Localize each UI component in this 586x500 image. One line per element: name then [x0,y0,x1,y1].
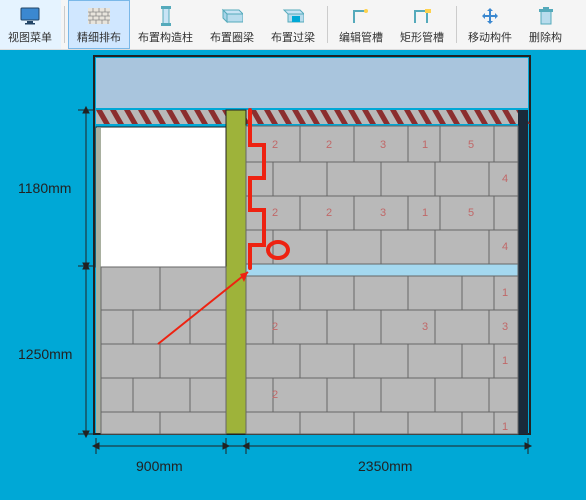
svg-text:1: 1 [502,287,508,299]
svg-text:1: 1 [422,207,428,219]
struct-column-label: 布置构造柱 [138,29,193,45]
svg-text:1: 1 [422,139,428,151]
svg-text:2: 2 [326,207,332,219]
drawing-canvas[interactable]: 2 2 3 1 5 4 2 2 3 1 5 4 1 1 2 3 3 2 1 [0,50,586,500]
move-icon [478,4,502,28]
ring-beam-label: 布置圈梁 [210,29,254,45]
svg-text:1: 1 [502,355,508,367]
separator [456,6,457,43]
lintel-icon [281,4,305,28]
monitor-icon [18,4,42,28]
svg-text:1: 1 [502,421,508,433]
svg-text:3: 3 [502,321,508,333]
svg-text:4: 4 [502,241,508,253]
dim-w1: 900mm [136,458,183,474]
separator [327,6,328,43]
edit-groove-label: 编辑管槽 [339,29,383,45]
view-menu-label: 视图菜单 [8,29,52,45]
move-part-label: 移动构件 [468,29,512,45]
svg-text:2: 2 [272,389,278,401]
rect-groove-icon [410,4,434,28]
fine-layout-button[interactable]: 精细排布 [68,0,130,49]
dim-w2: 2350mm [358,458,412,474]
lintel-label: 布置过梁 [271,29,315,45]
fine-layout-label: 精细排布 [77,29,121,45]
edit-groove-button[interactable]: 编辑管槽 [331,0,392,49]
svg-text:3: 3 [380,207,386,219]
column-icon [154,4,178,28]
svg-text:2: 2 [272,207,278,219]
svg-text:3: 3 [422,321,428,333]
rect-groove-label: 矩形管槽 [400,29,444,45]
brick-wall-icon [87,4,111,28]
svg-text:2: 2 [272,139,278,151]
wall-drawing: 2 2 3 1 5 4 2 2 3 1 5 4 1 1 2 3 3 2 1 [0,50,586,500]
move-part-button[interactable]: 移动构件 [460,0,521,49]
delete-label: 删除构 [529,29,562,45]
main-toolbar: 视图菜单 精细排布 布置构造柱 布置圈梁 布置过梁 编辑管槽 矩 [0,0,586,50]
edit-groove-icon [349,4,373,28]
rect-groove-button[interactable]: 矩形管槽 [392,0,453,49]
dim-h2: 1250mm [18,346,72,362]
svg-text:5: 5 [468,207,474,219]
svg-text:5: 5 [468,139,474,151]
struct-column-button[interactable]: 布置构造柱 [130,0,202,49]
dim-h1: 1180mm [18,180,71,196]
ring-beam-icon [220,4,244,28]
lintel-button[interactable]: 布置过梁 [263,0,324,49]
svg-text:2: 2 [272,321,278,333]
svg-text:3: 3 [380,139,386,151]
delete-icon [534,4,558,28]
ring-beam-button[interactable]: 布置圈梁 [202,0,263,49]
view-menu-button[interactable]: 视图菜单 [0,0,61,49]
delete-button[interactable]: 删除构 [521,0,571,49]
svg-text:4: 4 [502,173,508,185]
svg-text:2: 2 [326,139,332,151]
separator [64,6,65,43]
